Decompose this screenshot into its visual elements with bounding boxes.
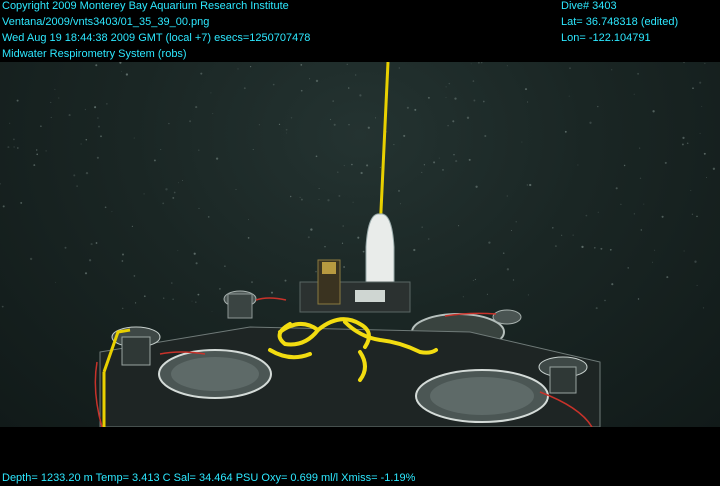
chamber-left-small-body	[121, 336, 151, 366]
latitude-text: Lat= 36.748318 (edited)	[561, 16, 679, 28]
label-plate	[355, 290, 385, 302]
sensor-cap	[322, 262, 336, 274]
telemetry-text: Depth= 1233.20 m Temp= 3.413 C Sal= 34.4…	[2, 472, 416, 484]
chamber-left-lid	[171, 357, 259, 391]
system-name-text: Midwater Respirometry System (robs)	[2, 48, 187, 60]
chamber-right-lid	[430, 377, 534, 415]
dive-number-text: Dive# 3403	[561, 0, 617, 12]
longitude-text: Lon= -122.104791	[561, 32, 651, 44]
file-path-text: Ventana/2009/vnts3403/01_35_39_00.png	[2, 16, 210, 28]
chamber-right-small	[492, 309, 522, 325]
marine-snow-particles	[0, 62, 716, 313]
respirometry-system-image	[0, 62, 716, 427]
datetime-text: Wed Aug 19 18:44:38 2009 GMT (local +7) …	[2, 32, 311, 44]
chamber-top-left-body	[227, 293, 253, 319]
underwater-scene	[0, 62, 720, 427]
copyright-text: Copyright 2009 Monterey Bay Aquarium Res…	[2, 0, 289, 12]
chamber-right-small-front-body	[549, 366, 577, 394]
tether-line	[378, 62, 390, 233]
